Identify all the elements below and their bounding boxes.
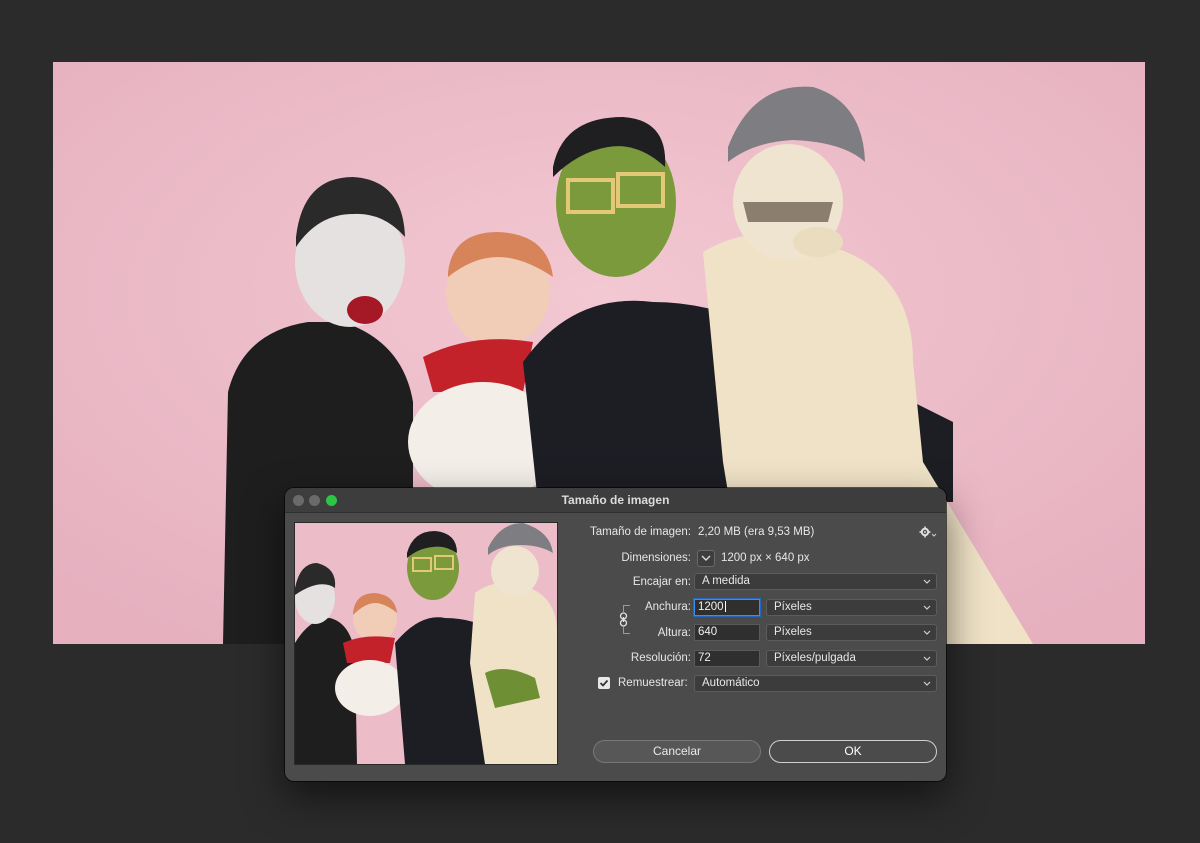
image-size-value: 2,20 MB (era 9,53 MB) — [698, 526, 815, 538]
ok-button[interactable]: OK — [769, 740, 937, 763]
preview-photo — [295, 523, 557, 764]
height-value: 640 — [698, 626, 718, 638]
chevron-down-icon — [923, 574, 931, 594]
resolution-unit-select[interactable]: Píxeles/pulgada — [766, 650, 937, 667]
resample-label: Remuestrear: — [618, 677, 688, 689]
resample-checkbox[interactable] — [598, 677, 610, 689]
image-preview[interactable] — [294, 522, 558, 765]
resolution-label: Resolución: — [630, 652, 691, 664]
text-caret — [724, 601, 726, 613]
gear-icon[interactable] — [919, 526, 937, 540]
cancel-button[interactable]: Cancelar — [593, 740, 761, 763]
width-value: 1200 — [698, 601, 724, 613]
height-unit-select[interactable]: Píxeles — [766, 624, 937, 641]
width-unit-select[interactable]: Píxeles — [766, 599, 937, 616]
width-input[interactable]: 1200 — [694, 599, 760, 616]
resample-value: Automático — [702, 677, 760, 689]
dialog-titlebar[interactable]: Tamaño de imagen — [285, 488, 946, 513]
fit-to-select[interactable]: A medida — [694, 573, 937, 590]
dimensions-label: Dimensiones: — [621, 552, 691, 564]
chevron-down-icon — [923, 676, 931, 696]
link-icon[interactable] — [618, 612, 629, 627]
resolution-input[interactable]: 72 — [694, 650, 760, 667]
dimensions-toggle[interactable] — [697, 550, 715, 567]
resolution-value: 72 — [698, 652, 711, 664]
height-input[interactable]: 640 — [694, 624, 760, 641]
chevron-down-icon — [923, 600, 931, 620]
checkmark-icon — [599, 679, 609, 687]
chevron-down-icon — [701, 555, 711, 561]
image-size-dialog: Tamaño de imagen Tamaño de imagen: 2,20 … — [285, 488, 946, 781]
resolution-unit-value: Píxeles/pulgada — [774, 652, 856, 664]
fit-to-value: A medida — [702, 575, 750, 587]
image-size-label: Tamaño de imagen: — [589, 526, 691, 538]
chevron-down-icon — [923, 625, 931, 645]
chevron-down-icon — [923, 651, 931, 671]
height-unit-value: Píxeles — [774, 626, 812, 638]
dimensions-value: 1200 px × 640 px — [721, 552, 810, 564]
width-label: Anchura: — [644, 601, 691, 613]
height-label: Altura: — [657, 627, 691, 639]
dialog-title: Tamaño de imagen — [561, 493, 670, 507]
fit-to-label: Encajar en: — [632, 576, 691, 588]
width-unit-value: Píxeles — [774, 601, 812, 613]
resample-select[interactable]: Automático — [694, 675, 937, 692]
